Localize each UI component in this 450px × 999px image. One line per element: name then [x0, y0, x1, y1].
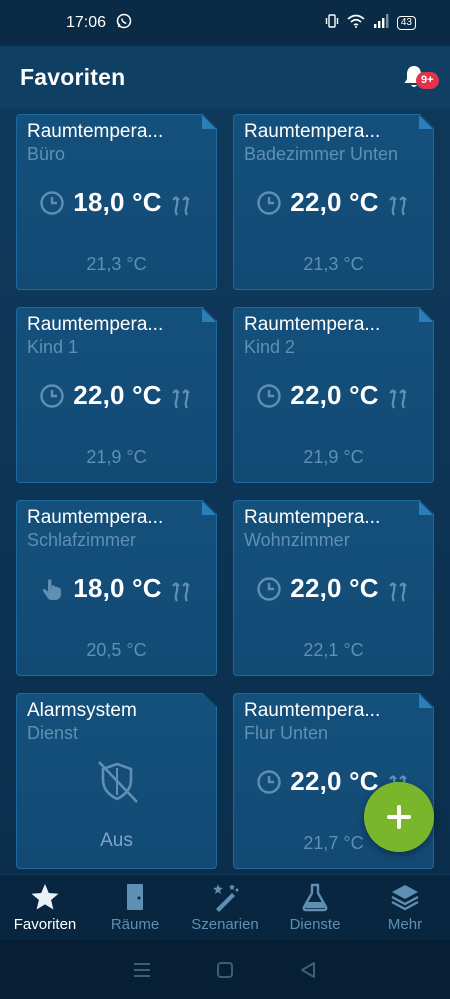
vibrate-icon: [325, 13, 339, 34]
nav-label: Mehr: [387, 916, 423, 933]
plus-icon: [387, 805, 411, 829]
heating-icon: [387, 575, 411, 603]
favorite-card-thermostat[interactable]: Raumtempera... Büro 18,0 °C 21,3 °C: [16, 114, 217, 290]
nav-item-raeume[interactable]: Räume: [90, 882, 180, 933]
star-icon: [31, 884, 59, 910]
status-time: 17:06: [66, 14, 107, 31]
favorite-card-thermostat[interactable]: Raumtempera... Kind 1 22,0 °C 21,9 °C: [16, 307, 217, 483]
heating-icon: [387, 382, 411, 410]
card-title: Raumtempera...: [27, 314, 164, 335]
card-room: Büro: [27, 144, 66, 164]
hand-pointer-icon: [39, 576, 65, 602]
favorite-card-thermostat[interactable]: Raumtempera... Kind 2 22,0 °C 21,9 °C: [233, 307, 434, 483]
card-title: Raumtempera...: [244, 507, 381, 528]
nav-label: Szenarien: [191, 916, 259, 933]
card-room: Wohnzimmer: [244, 530, 350, 550]
shield-off-icon: [91, 756, 143, 808]
add-favorite-button[interactable]: [364, 782, 434, 852]
home-icon[interactable]: [216, 961, 234, 979]
card-title: Raumtempera...: [27, 507, 164, 528]
card-room: Badezimmer Unten: [244, 144, 399, 164]
card-corner: [202, 308, 216, 322]
notification-bell[interactable]: 9+: [402, 62, 439, 92]
layers-icon: [391, 885, 419, 911]
notification-badge: 9+: [416, 72, 439, 89]
whatsapp-icon: [116, 13, 132, 34]
setpoint-temperature: 22,0 °C: [290, 573, 379, 603]
setpoint-temperature: 22,0 °C: [73, 380, 162, 410]
magic-wand-icon: [213, 884, 239, 912]
back-icon[interactable]: [299, 961, 317, 979]
actual-temperature: 22,1 °C: [303, 640, 364, 660]
nav-item-szenarien[interactable]: Szenarien: [180, 882, 270, 933]
system-navigation-bar: [0, 940, 450, 999]
card-title: Raumtempera...: [244, 314, 381, 335]
card-title: Raumtempera...: [244, 700, 381, 721]
card-room: Schlafzimmer: [27, 530, 137, 550]
card-corner: [419, 115, 433, 129]
nav-item-dienste[interactable]: Dienste: [270, 882, 360, 933]
heating-icon: [387, 189, 411, 217]
clock-icon: [39, 383, 65, 409]
flask-icon: [302, 883, 328, 912]
app-header: Favoriten 9+: [0, 46, 450, 108]
alarm-state: Aus: [100, 830, 133, 851]
actual-temperature: 21,3 °C: [86, 254, 147, 274]
card-corner: [202, 501, 216, 515]
clock-icon: [256, 190, 282, 216]
status-bar: 17:06 43: [0, 0, 450, 46]
clock-icon: [256, 383, 282, 409]
card-room: Flur Unten: [244, 723, 329, 743]
actual-temperature: 21,3 °C: [303, 254, 364, 274]
nav-item-mehr[interactable]: Mehr: [360, 882, 450, 933]
clock-icon: [39, 190, 65, 216]
nav-label: Räume: [110, 916, 160, 933]
card-corner: [202, 115, 216, 129]
card-title: Alarmsystem: [27, 700, 137, 721]
heating-icon: [170, 575, 194, 603]
favorites-grid: Raumtempera... Büro 18,0 °C 21,3 °C Raum…: [16, 114, 436, 869]
card-title: Raumtempera...: [27, 121, 164, 142]
nav-label: Dienste: [289, 916, 341, 933]
card-title: Raumtempera...: [244, 121, 381, 142]
page-title: Favoriten: [20, 63, 126, 90]
actual-temperature: 21,9 °C: [303, 447, 364, 467]
bottom-navigation: Favoriten Räume Szenarien Dienste Mehr: [0, 874, 450, 940]
favorite-card-thermostat[interactable]: Raumtempera... Schlafzimmer 18,0 °C 20,5…: [16, 500, 217, 676]
battery-indicator: 43: [396, 16, 416, 30]
card-corner: [419, 501, 433, 515]
nav-item-favoriten[interactable]: Favoriten: [0, 882, 90, 933]
menu-icon[interactable]: [133, 962, 151, 978]
setpoint-temperature: 22,0 °C: [290, 187, 379, 217]
favorite-card-thermostat[interactable]: Raumtempera... Wohnzimmer 22,0 °C 22,1 °…: [233, 500, 434, 676]
favorite-card-thermostat[interactable]: Raumtempera... Badezimmer Unten 22,0 °C …: [233, 114, 434, 290]
heating-icon: [170, 189, 194, 217]
setpoint-temperature: 18,0 °C: [73, 187, 162, 217]
setpoint-temperature: 22,0 °C: [290, 380, 379, 410]
card-corner: [419, 308, 433, 322]
signal-icon: [373, 13, 389, 33]
card-room: Dienst: [27, 723, 79, 743]
actual-temperature: 20,5 °C: [86, 640, 147, 660]
nav-label: Favoriten: [13, 916, 77, 933]
wifi-icon: [347, 14, 365, 33]
actual-temperature: 21,9 °C: [86, 447, 147, 467]
setpoint-temperature: 18,0 °C: [73, 573, 162, 603]
favorite-card-alarm[interactable]: Alarmsystem Dienst Aus: [16, 693, 217, 869]
clock-icon: [256, 576, 282, 602]
door-icon: [127, 884, 143, 910]
card-corner: [419, 694, 433, 708]
heating-icon: [170, 382, 194, 410]
clock-icon: [256, 769, 282, 795]
setpoint-temperature: 22,0 °C: [290, 766, 379, 796]
card-room: Kind 2: [244, 337, 296, 357]
card-room: Kind 1: [27, 337, 79, 357]
